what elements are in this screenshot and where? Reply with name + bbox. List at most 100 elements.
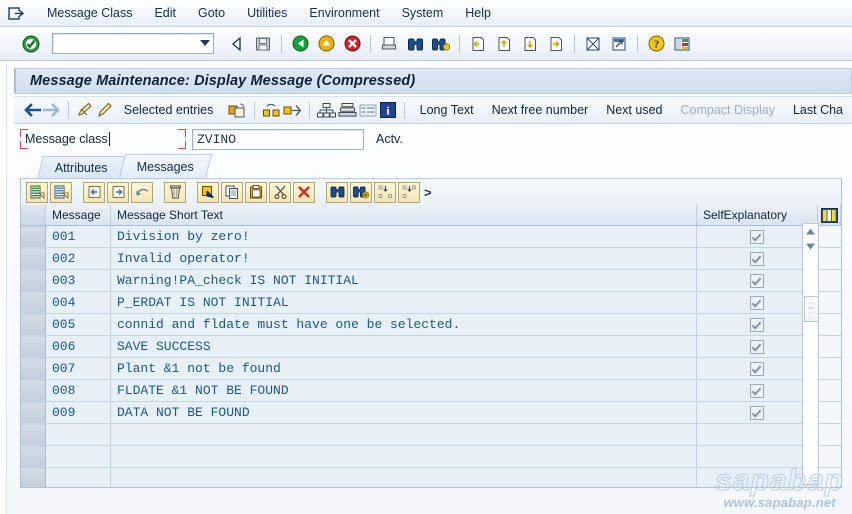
cell-self-explanatory[interactable] (696, 445, 818, 468)
row-selector[interactable] (21, 247, 46, 270)
help-question-icon[interactable]: ? (645, 33, 667, 55)
command-field[interactable] (52, 33, 214, 54)
cell-message-number[interactable]: 003 (45, 269, 111, 292)
grid-vertical-scrollbar[interactable]: ⁚⁚ ⁚⁚ (802, 223, 819, 485)
row-selector[interactable] (21, 291, 46, 314)
scroll-down-icon[interactable] (803, 239, 818, 254)
table-row[interactable]: 009 DATA NOT BE FOUND (21, 401, 841, 424)
table-row[interactable]: 006 SAVE SUCCESS (21, 335, 841, 358)
row-selector[interactable] (21, 379, 46, 402)
refresh-undo-icon[interactable] (131, 181, 153, 203)
table-row[interactable]: 002 Invalid operator! (21, 247, 841, 270)
selected-entries-button[interactable]: Selected entries (115, 100, 223, 120)
row-selector[interactable] (21, 401, 46, 424)
table-row[interactable]: 003 Warning!PA_check IS NOT INITIAL (21, 269, 841, 292)
last-page-icon[interactable] (545, 33, 567, 55)
cell-message-number[interactable]: 001 (45, 225, 111, 248)
cell-message-text[interactable]: connid and fldate must have one be selec… (110, 313, 697, 336)
checkbox-checked-icon[interactable] (750, 361, 764, 376)
cell-message-number[interactable]: 004 (45, 291, 111, 314)
find-next-binoculars-icon[interactable] (430, 33, 452, 55)
grid-toolbar-more-button[interactable]: > (424, 185, 432, 200)
cell-message-number[interactable]: 005 (45, 313, 111, 336)
command-input[interactable] (53, 35, 186, 52)
create-session-icon[interactable] (582, 33, 604, 55)
menu-item-edit[interactable]: Edit (143, 4, 187, 22)
row-selector[interactable] (21, 335, 46, 358)
customize-layout-icon[interactable] (671, 33, 693, 55)
save-disk-icon[interactable] (252, 33, 274, 55)
sort-descending-icon[interactable] (398, 181, 420, 203)
message-class-field[interactable] (192, 128, 364, 150)
last-changed-button[interactable]: Last Cha (784, 100, 852, 120)
delete-trash-icon[interactable] (164, 181, 186, 203)
hierarchy-icon[interactable] (316, 99, 336, 121)
display-change-pencil-icon[interactable] (76, 99, 94, 121)
stack-icon[interactable] (338, 99, 357, 121)
exit-yellow-arrow-icon[interactable] (315, 33, 337, 55)
row-selector[interactable] (21, 423, 46, 446)
column-header-self-explanatory[interactable]: SelfExplanatory (696, 205, 818, 226)
checkbox-checked-icon[interactable] (750, 251, 764, 266)
table-row[interactable] (21, 445, 841, 468)
cell-message-number[interactable] (45, 445, 111, 468)
copy-object-icon[interactable] (228, 99, 247, 121)
information-icon[interactable]: i (379, 99, 397, 121)
delete-red-x-icon[interactable] (293, 181, 315, 203)
cell-message-number[interactable] (45, 467, 111, 487)
chevron-down-icon[interactable] (200, 40, 210, 46)
next-used-button[interactable]: Next used (597, 100, 671, 120)
menu-item-utilities[interactable]: Utilities (236, 4, 298, 22)
cut-scissors-icon[interactable] (269, 181, 291, 203)
menu-item-goto[interactable]: Goto (187, 4, 236, 22)
tab-attributes[interactable]: Attributes (37, 156, 126, 178)
menu-item-system[interactable]: System (391, 4, 455, 22)
cell-message-text[interactable]: FLDATE &1 NOT BE FOUND (110, 379, 697, 402)
cell-self-explanatory[interactable] (696, 247, 818, 270)
find-binoculars-icon[interactable] (326, 181, 348, 203)
cell-message-text[interactable]: P_ERDAT IS NOT INITIAL (110, 291, 697, 314)
table-row[interactable]: 004 P_ERDAT IS NOT INITIAL (21, 291, 841, 314)
checkbox-checked-icon[interactable] (750, 295, 764, 310)
cell-self-explanatory[interactable] (696, 313, 818, 336)
green-check-enter-icon[interactable] (20, 33, 42, 55)
table-row[interactable]: 008 FLDATE &1 NOT BE FOUND (21, 379, 841, 402)
cell-message-text[interactable]: Warning!PA_check IS NOT INITIAL (110, 269, 697, 292)
append-row-icon[interactable] (26, 181, 48, 203)
back-green-arrow-icon[interactable] (289, 33, 311, 55)
next-free-number-button[interactable]: Next free number (483, 100, 598, 120)
forward-arrow-icon[interactable] (43, 99, 61, 121)
back-triangle-icon[interactable] (226, 33, 248, 55)
undo-back-icon[interactable] (83, 181, 105, 203)
cancel-red-x-icon[interactable] (341, 33, 363, 55)
cell-message-number[interactable]: 006 (45, 335, 111, 358)
checkbox-checked-icon[interactable] (750, 273, 764, 288)
where-used-icon[interactable] (262, 99, 281, 121)
tab-messages[interactable]: Messages (118, 154, 212, 178)
select-all-header[interactable] (21, 205, 46, 226)
exit-arrow-icon[interactable] (6, 4, 26, 22)
cell-message-text[interactable]: SAVE SUCCESS (110, 335, 697, 358)
menu-item-message-class[interactable]: Message Class (36, 4, 143, 22)
long-text-button[interactable]: Long Text (411, 100, 483, 120)
redo-forward-icon[interactable] (107, 181, 129, 203)
cell-message-text[interactable] (110, 423, 697, 446)
next-page-icon[interactable] (519, 33, 541, 55)
table-row[interactable]: 001 Division by zero! (21, 225, 841, 248)
column-header-message[interactable]: Message (45, 205, 111, 226)
expand-nodes-icon[interactable] (283, 99, 302, 121)
table-row[interactable]: 007 Plant &1 not be found (21, 357, 841, 380)
cell-self-explanatory[interactable] (696, 379, 818, 402)
cell-message-text[interactable]: Plant &1 not be found (110, 357, 697, 380)
checkbox-checked-icon[interactable] (750, 405, 764, 420)
first-page-icon[interactable] (467, 33, 489, 55)
cell-message-number[interactable]: 007 (45, 357, 111, 380)
cell-message-text[interactable]: DATA NOT BE FOUND (110, 401, 697, 424)
row-selector[interactable] (21, 225, 46, 248)
table-row[interactable]: 005 connid and fldate must have one be s… (21, 313, 841, 336)
cell-self-explanatory[interactable] (696, 423, 818, 446)
row-selector[interactable] (21, 357, 46, 380)
menu-item-help[interactable]: Help (454, 4, 502, 22)
find-binoculars-icon[interactable] (404, 33, 426, 55)
list-icon[interactable] (359, 99, 377, 121)
